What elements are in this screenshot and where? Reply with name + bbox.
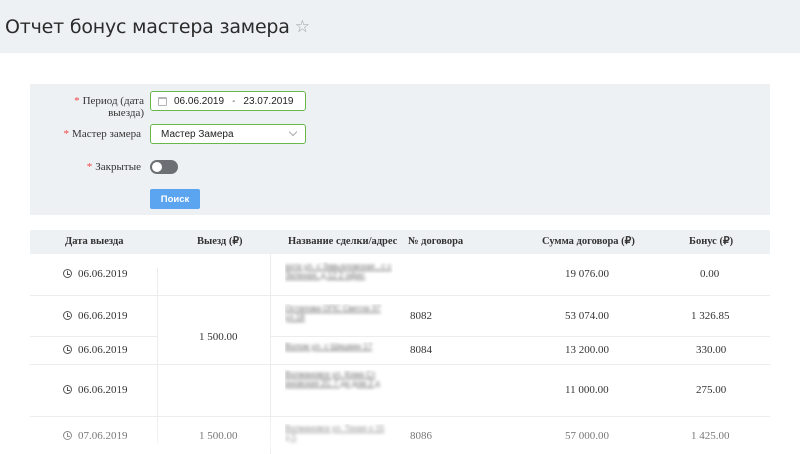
row-name-blurred[interactable]: Волжановск ул. Кома Ст ановская 2С 7 ди …	[285, 370, 393, 406]
row-sum: 11 000.00	[565, 384, 609, 396]
period-label: * Период (дата выезда)	[44, 95, 144, 119]
column-divider	[270, 254, 271, 454]
clock-icon	[63, 311, 72, 320]
row-trip: 1 500.00	[199, 331, 238, 343]
col-bonus[interactable]: Бонус (₽)	[689, 230, 733, 254]
date-range-picker[interactable]: 06.06.2019 - 23.07.2019	[150, 91, 306, 111]
row-sum: 13 200.00	[565, 344, 609, 356]
closed-toggle[interactable]	[150, 160, 178, 174]
report-table: Дата выезда Выезд (₽) Название сделки/ад…	[30, 230, 770, 454]
master-label: * Мастер замера	[44, 128, 141, 140]
date-to[interactable]: 23.07.2019	[243, 96, 293, 107]
clock-icon	[63, 385, 72, 394]
row-trip: 1 500.00	[199, 430, 238, 442]
master-select-value: Мастер Замера	[161, 128, 234, 140]
row-bonus: 0.00	[700, 268, 720, 280]
col-contract[interactable]: № договора	[408, 230, 463, 254]
master-select[interactable]: Мастер Замера	[150, 124, 306, 144]
master-label-text: Мастер замера	[72, 128, 141, 140]
closed-label-text: Закрытые	[95, 161, 141, 173]
table-header: Дата выезда Выезд (₽) Название сделки/ад…	[30, 230, 770, 254]
row-contract: 8084	[410, 344, 432, 356]
row-name: Волжановск ул. Кома Ст ановская 2С 7 ди …	[285, 370, 380, 388]
closed-label: * Закрытые	[44, 161, 141, 173]
col-sum[interactable]: Сумма договора (₽)	[542, 230, 635, 254]
row-date: 06.06.2019	[78, 384, 128, 396]
clock-icon	[63, 431, 72, 440]
star-icon[interactable]: ☆	[295, 17, 310, 37]
col-trip[interactable]: Выезд (₽)	[197, 230, 243, 254]
row-name: Волжановск ул. Тихая о 15 д.5	[285, 424, 385, 442]
table-body: 06.06.2019 ахта ул. с Завьяловская , с с…	[30, 254, 770, 454]
row-name: Волож ул. с Шишкин 17	[285, 342, 373, 351]
row-divider	[30, 364, 770, 365]
row-name-blurred[interactable]: ахта ул. с Завьяловская , с с Зеленая, д…	[285, 262, 393, 288]
row-divider	[30, 416, 770, 417]
row-date: 06.06.2019	[78, 344, 128, 356]
clock-icon	[63, 269, 72, 278]
required-mark: *	[63, 128, 70, 140]
required-mark: *	[74, 95, 80, 107]
page-header: Отчет бонус мастера замера ☆	[0, 0, 800, 53]
row-name-blurred[interactable]: Волож ул. с Шишкин 17	[285, 342, 393, 356]
row-date: 07.06.2019	[78, 430, 128, 442]
row-name-blurred[interactable]: Волжановск ул. Тихая о 15 д.5	[285, 424, 393, 450]
row-contract: 8086	[410, 430, 432, 442]
row-name: ахта ул. с Завьяловская , с с Зеленая, д…	[285, 262, 392, 280]
col-date[interactable]: Дата выезда	[65, 230, 123, 254]
row-divider	[30, 336, 157, 337]
col-name[interactable]: Название сделки/адрес	[288, 230, 397, 254]
row-divider	[30, 295, 770, 296]
row-bonus: 1 425.00	[691, 430, 730, 442]
date-from[interactable]: 06.06.2019	[174, 96, 224, 107]
required-mark: *	[86, 161, 93, 173]
row-name: Остапова ОПС Светла 37 ул.18	[285, 304, 381, 322]
row-bonus: 1 326.85	[691, 310, 730, 322]
row-date: 06.06.2019	[78, 268, 128, 280]
row-divider	[270, 336, 770, 337]
page-title: Отчет бонус мастера замера	[5, 15, 290, 38]
row-bonus: 330.00	[696, 344, 727, 356]
row-sum: 19 076.00	[565, 268, 609, 280]
row-sum: 53 074.00	[565, 310, 609, 322]
filter-panel: * Период (дата выезда) 06.06.2019 - 23.07…	[30, 84, 770, 215]
row-name-blurred[interactable]: Остапова ОПС Светла 37 ул.18	[285, 304, 393, 330]
row-contract: 8082	[410, 310, 432, 322]
toggle-knob	[152, 162, 162, 172]
row-sum: 57 000.00	[565, 430, 609, 442]
row-bonus: 275.00	[696, 384, 727, 396]
clock-icon	[63, 345, 72, 354]
search-button[interactable]: Поиск	[150, 189, 200, 209]
date-separator: -	[232, 95, 236, 107]
chevron-down-icon	[288, 127, 298, 137]
calendar-icon	[158, 96, 167, 106]
period-label-text: Период (дата выезда)	[82, 95, 144, 119]
row-date: 06.06.2019	[78, 310, 128, 322]
